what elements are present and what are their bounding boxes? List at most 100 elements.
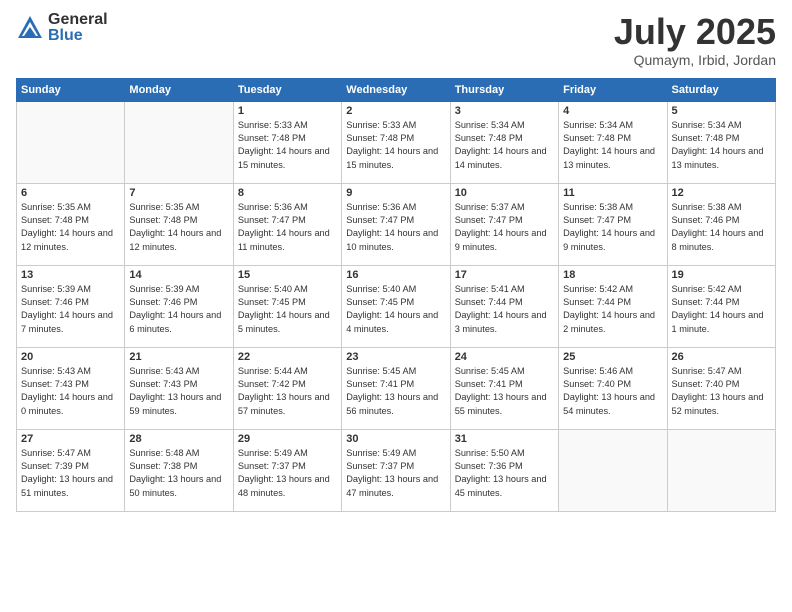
calendar-cell: 24 Sunrise: 5:45 AMSunset: 7:41 PMDayligh… [450, 347, 558, 429]
day-number: 20 [21, 351, 120, 363]
calendar-cell [125, 101, 233, 183]
day-number: 16 [346, 269, 445, 281]
calendar-cell: 14 Sunrise: 5:39 AMSunset: 7:46 PMDayligh… [125, 265, 233, 347]
calendar-cell: 1 Sunrise: 5:33 AMSunset: 7:48 PMDaylight… [233, 101, 341, 183]
day-number: 15 [238, 269, 337, 281]
calendar-cell: 16 Sunrise: 5:40 AMSunset: 7:45 PMDayligh… [342, 265, 450, 347]
day-info: Sunrise: 5:34 AMSunset: 7:48 PMDaylight:… [672, 119, 771, 172]
day-number: 13 [21, 269, 120, 281]
location: Qumaym, Irbid, Jordan [614, 52, 776, 68]
day-info: Sunrise: 5:48 AMSunset: 7:38 PMDaylight:… [129, 447, 228, 500]
calendar-cell: 10 Sunrise: 5:37 AMSunset: 7:47 PMDayligh… [450, 183, 558, 265]
week-row-3: 13 Sunrise: 5:39 AMSunset: 7:46 PMDayligh… [17, 265, 776, 347]
calendar-cell: 28 Sunrise: 5:48 AMSunset: 7:38 PMDayligh… [125, 429, 233, 511]
calendar-cell [559, 429, 667, 511]
day-number: 3 [455, 105, 554, 117]
calendar-cell: 8Sunrise: 5:36 AMSunset: 7:47 PMDaylight… [233, 183, 341, 265]
day-info: Sunrise: 5:40 AMSunset: 7:45 PMDaylight:… [346, 283, 445, 336]
calendar-cell: 27 Sunrise: 5:47 AMSunset: 7:39 PMDayligh… [17, 429, 125, 511]
calendar-cell [667, 429, 775, 511]
calendar-cell: 2Sunrise: 5:33 AMSunset: 7:48 PMDaylight… [342, 101, 450, 183]
day-info: Sunrise: 5:45 AMSunset: 7:41 PMDaylight:… [455, 365, 554, 418]
calendar-cell: 9 Sunrise: 5:36 AMSunset: 7:47 PMDaylight… [342, 183, 450, 265]
day-info: Sunrise: 5:45 AMSunset: 7:41 PMDaylight:… [346, 365, 445, 418]
calendar-cell: 18 Sunrise: 5:42 AMSunset: 7:44 PMDayligh… [559, 265, 667, 347]
day-info: Sunrise: 5:49 AMSunset: 7:37 PMDaylight:… [238, 447, 337, 500]
day-info: Sunrise: 5:33 AMSunset: 7:48 PMDaylight:… [346, 119, 445, 172]
day-info: Sunrise: 5:43 AMSunset: 7:43 PMDaylight:… [129, 365, 228, 418]
calendar-cell: 25Sunrise: 5:46 AMSunset: 7:40 PMDayligh… [559, 347, 667, 429]
day-number: 14 [129, 269, 228, 281]
header: General Blue July 2025 Qumaym, Irbid, Jo… [16, 12, 776, 68]
calendar-cell: 17Sunrise: 5:41 AMSunset: 7:44 PMDayligh… [450, 265, 558, 347]
weekday-header-friday: Friday [559, 78, 667, 101]
calendar-cell: 7 Sunrise: 5:35 AMSunset: 7:48 PMDaylight… [125, 183, 233, 265]
calendar-cell: 5 Sunrise: 5:34 AMSunset: 7:48 PMDaylight… [667, 101, 775, 183]
calendar-cell: 26 Sunrise: 5:47 AMSunset: 7:40 PMDayligh… [667, 347, 775, 429]
title-block: July 2025 Qumaym, Irbid, Jordan [614, 12, 776, 68]
day-info: Sunrise: 5:39 AMSunset: 7:46 PMDaylight:… [21, 283, 120, 336]
day-info: Sunrise: 5:40 AMSunset: 7:45 PMDaylight:… [238, 283, 337, 336]
day-info: Sunrise: 5:33 AMSunset: 7:48 PMDaylight:… [238, 119, 337, 172]
day-number: 28 [129, 433, 228, 445]
weekday-header-tuesday: Tuesday [233, 78, 341, 101]
day-number: 11 [563, 187, 662, 199]
day-number: 9 [346, 187, 445, 199]
day-number: 24 [455, 351, 554, 363]
calendar-cell: 30Sunrise: 5:49 AMSunset: 7:37 PMDayligh… [342, 429, 450, 511]
day-number: 22 [238, 351, 337, 363]
day-info: Sunrise: 5:38 AMSunset: 7:46 PMDaylight:… [672, 201, 771, 254]
day-number: 10 [455, 187, 554, 199]
day-info: Sunrise: 5:49 AMSunset: 7:37 PMDaylight:… [346, 447, 445, 500]
day-number: 25 [563, 351, 662, 363]
calendar-cell: 21 Sunrise: 5:43 AMSunset: 7:43 PMDayligh… [125, 347, 233, 429]
calendar-cell: 6Sunrise: 5:35 AMSunset: 7:48 PMDaylight… [17, 183, 125, 265]
day-info: Sunrise: 5:44 AMSunset: 7:42 PMDaylight:… [238, 365, 337, 418]
day-number: 26 [672, 351, 771, 363]
logo-general: General [48, 12, 108, 28]
day-info: Sunrise: 5:39 AMSunset: 7:46 PMDaylight:… [129, 283, 228, 336]
weekday-header-saturday: Saturday [667, 78, 775, 101]
day-number: 4 [563, 105, 662, 117]
calendar-cell: 3Sunrise: 5:34 AMSunset: 7:48 PMDaylight… [450, 101, 558, 183]
logo: General Blue [16, 12, 108, 44]
day-info: Sunrise: 5:36 AMSunset: 7:47 PMDaylight:… [346, 201, 445, 254]
day-number: 12 [672, 187, 771, 199]
weekday-header-thursday: Thursday [450, 78, 558, 101]
day-number: 6 [21, 187, 120, 199]
day-info: Sunrise: 5:43 AMSunset: 7:43 PMDaylight:… [21, 365, 120, 418]
day-number: 7 [129, 187, 228, 199]
day-info: Sunrise: 5:42 AMSunset: 7:44 PMDaylight:… [563, 283, 662, 336]
day-info: Sunrise: 5:47 AMSunset: 7:40 PMDaylight:… [672, 365, 771, 418]
weekday-header-monday: Monday [125, 78, 233, 101]
day-info: Sunrise: 5:50 AMSunset: 7:36 PMDaylight:… [455, 447, 554, 500]
calendar-cell: 4Sunrise: 5:34 AMSunset: 7:48 PMDaylight… [559, 101, 667, 183]
day-number: 5 [672, 105, 771, 117]
day-number: 17 [455, 269, 554, 281]
calendar-cell: 31 Sunrise: 5:50 AMSunset: 7:36 PMDayligh… [450, 429, 558, 511]
day-number: 27 [21, 433, 120, 445]
day-number: 23 [346, 351, 445, 363]
calendar-cell: 13 Sunrise: 5:39 AMSunset: 7:46 PMDayligh… [17, 265, 125, 347]
day-info: Sunrise: 5:42 AMSunset: 7:44 PMDaylight:… [672, 283, 771, 336]
day-info: Sunrise: 5:37 AMSunset: 7:47 PMDaylight:… [455, 201, 554, 254]
calendar-cell [17, 101, 125, 183]
week-row-2: 6 Sunrise: 5:35 AMSunset: 7:48 PMDaylight… [17, 183, 776, 265]
calendar-table: SundayMondayTuesdayWednesdayThursdayFrid… [16, 78, 776, 512]
weekday-header-sunday: Sunday [17, 78, 125, 101]
logo-text: General Blue [48, 12, 108, 44]
day-info: Sunrise: 5:35 AMSunset: 7:48 PMDaylight:… [129, 201, 228, 254]
weekday-header-row: SundayMondayTuesdayWednesdayThursdayFrid… [17, 78, 776, 101]
day-number: 8 [238, 187, 337, 199]
day-number: 31 [455, 433, 554, 445]
calendar-cell: 29Sunrise: 5:49 AMSunset: 7:37 PMDayligh… [233, 429, 341, 511]
day-number: 18 [563, 269, 662, 281]
logo-icon [16, 14, 44, 42]
day-number: 1 [238, 105, 337, 117]
week-row-1: 1 Sunrise: 5:33 AMSunset: 7:48 PMDaylight… [17, 101, 776, 183]
day-number: 19 [672, 269, 771, 281]
page: General Blue July 2025 Qumaym, Irbid, Jo… [0, 0, 792, 612]
day-info: Sunrise: 5:47 AMSunset: 7:39 PMDaylight:… [21, 447, 120, 500]
day-number: 21 [129, 351, 228, 363]
week-row-5: 27 Sunrise: 5:47 AMSunset: 7:39 PMDayligh… [17, 429, 776, 511]
